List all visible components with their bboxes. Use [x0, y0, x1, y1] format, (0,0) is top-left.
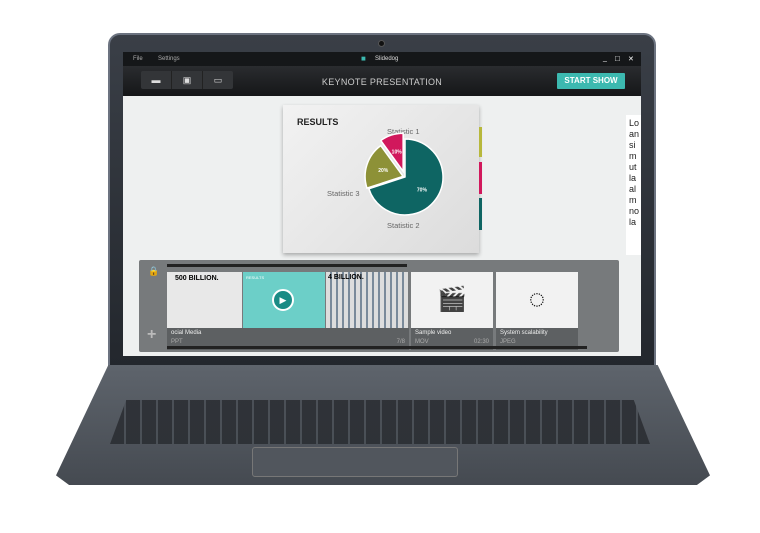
minimize-button[interactable]: _	[603, 55, 607, 62]
item-position: 7/8	[396, 339, 405, 345]
thumb-500-billion[interactable]: 500 BILLION.	[167, 272, 242, 328]
slide-preview: RESULTS Statistic 1 Statistic 2 Statisti…	[283, 105, 479, 253]
dog-logo-icon: ■	[361, 54, 366, 63]
item-type: PPT	[171, 339, 183, 345]
pie-data-label: 70%	[417, 187, 428, 193]
side-bar-2	[479, 162, 482, 194]
play-icon[interactable]: ▶	[272, 289, 294, 311]
thumb-results-title: RESULTS	[246, 275, 265, 280]
clapperboard-icon[interactable]: 🎬	[411, 272, 493, 328]
item-duration: 02:30	[473, 339, 489, 345]
app-name: Slidedog	[375, 56, 399, 62]
scrollbar-bottom[interactable]	[167, 346, 587, 349]
app-window: File Settings ■ Slidedog _ □ ✕ ▬ ▣ ▭ KEY…	[123, 52, 641, 356]
scrollbar-top[interactable]	[167, 264, 407, 267]
diagram-icon[interactable]: ◌	[496, 272, 578, 328]
maximize-button[interactable]: □	[615, 54, 620, 63]
toolbar: ▬ ▣ ▭ KEYNOTE PRESENTATION START SHOW	[123, 66, 641, 96]
pie-chart: 70% 20% 10%	[364, 132, 444, 216]
item-name: ocial Media	[171, 330, 202, 336]
touchpad	[252, 447, 458, 477]
side-bar-3	[479, 198, 482, 230]
item-type: JPEG	[500, 339, 516, 345]
lock-icon[interactable]: 🔒	[148, 266, 159, 277]
menu-bar: File Settings ■ Slidedog _ □ ✕	[123, 52, 641, 66]
menu-settings[interactable]: Settings	[158, 56, 180, 62]
keyboard	[110, 400, 650, 444]
thumb-results[interactable]: RESULTS ▶	[243, 272, 325, 328]
add-icon[interactable]: +	[147, 326, 156, 344]
item-name: System scalability	[500, 330, 548, 336]
close-button[interactable]: ✕	[628, 55, 634, 63]
item-type: MOV	[415, 339, 429, 345]
start-show-button[interactable]: START SHOW	[557, 73, 625, 89]
playlist-strip: 🔒 + 500 BILLION. RESULTS ▶ 4 BILLION. oc…	[139, 260, 619, 352]
webcam	[378, 40, 385, 47]
side-bar-1	[479, 127, 482, 157]
pie-data-label: 10%	[392, 149, 403, 155]
pie-data-label: 20%	[378, 168, 389, 174]
menu-file[interactable]: File	[133, 56, 143, 62]
thumb-4-billion[interactable]: 4 BILLION.	[326, 272, 408, 328]
item-name: Sample video	[415, 330, 452, 336]
notes-panel[interactable]: Lo an si m ut la al m no la	[626, 115, 641, 255]
